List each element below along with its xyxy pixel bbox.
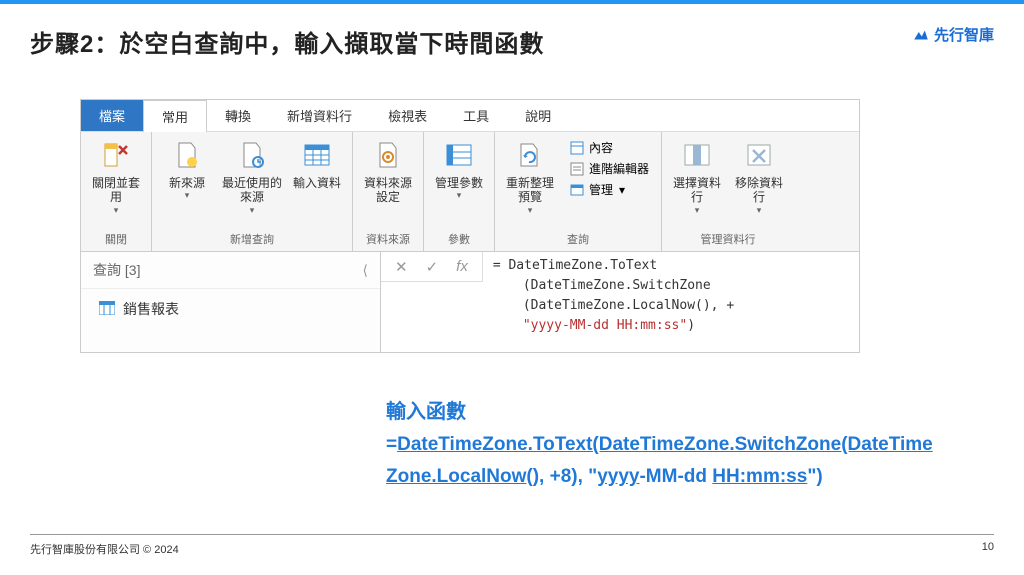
properties-icon <box>569 140 585 156</box>
page-title: 步驟2：於空白查詢中，輸入擷取當下時間函數 <box>30 24 544 59</box>
group-query-label: 查詢 <box>567 229 589 249</box>
query-item[interactable]: 銷售報表 <box>81 289 380 329</box>
enter-data-icon <box>300 138 334 172</box>
logo-icon <box>912 26 930 44</box>
cancel-formula-icon[interactable]: ✕ <box>395 258 408 276</box>
data-source-settings-button[interactable]: 資料來源設定 <box>359 136 417 229</box>
ribbon-tabs: 檔案 常用 轉換 新增資料行 檢視表 工具 說明 <box>81 100 859 132</box>
select-columns-icon <box>680 138 714 172</box>
group-params: 管理參數 ▾ 參數 <box>424 132 495 251</box>
tab-file[interactable]: 檔案 <box>81 100 143 131</box>
brand-logo: 先行智庫 <box>912 24 994 45</box>
annotation-text: 輸入函數 =DateTimeZone.ToText(DateTimeZone.S… <box>386 395 976 494</box>
tab-transform[interactable]: 轉換 <box>207 100 269 131</box>
group-manage-cols: 選擇資料行 ▾ 移除資料行 ▾ 管理資料行 <box>662 132 794 251</box>
remove-columns-button[interactable]: 移除資料行 ▾ <box>730 136 788 229</box>
tab-view[interactable]: 檢視表 <box>370 100 445 131</box>
advanced-editor-item[interactable]: 進階編輯器 <box>567 159 651 178</box>
manage-icon <box>569 182 585 198</box>
manage-params-button[interactable]: 管理參數 ▾ <box>430 136 488 229</box>
commit-formula-icon[interactable]: ✓ <box>426 258 439 276</box>
close-apply-button[interactable]: 關閉並套用 ▾ <box>87 136 145 229</box>
tab-add-column[interactable]: 新增資料行 <box>269 100 370 131</box>
group-data-source: 資料來源設定 資料來源 <box>353 132 424 251</box>
page-number: 10 <box>982 541 994 557</box>
queries-pane: 查詢 [3] ⟨ 銷售報表 <box>81 252 381 352</box>
group-data-source-label: 資料來源 <box>366 229 410 249</box>
group-query: 重新整理預覽 ▾ 內容 進階編輯器 <box>495 132 662 251</box>
new-source-icon <box>170 138 204 172</box>
group-close: 關閉並套用 ▾ 關閉 <box>81 132 152 251</box>
refresh-icon <box>513 138 547 172</box>
group-new-query-label: 新增查詢 <box>230 229 274 249</box>
ribbon-body: 關閉並套用 ▾ 關閉 新來源 ▾ <box>81 132 859 252</box>
group-new-query: 新來源 ▾ 最近使用的來源 ▾ 輸入資料 <box>152 132 353 251</box>
queries-header[interactable]: 查詢 [3] ⟨ <box>81 252 380 289</box>
collapse-chevron-icon[interactable]: ⟨ <box>363 262 368 279</box>
new-source-button[interactable]: 新來源 ▾ <box>158 136 216 229</box>
properties-item[interactable]: 內容 <box>567 138 651 157</box>
formula-input[interactable]: = DateTimeZone.ToText (DateTimeZone.Swit… <box>483 252 859 341</box>
recent-sources-icon <box>235 138 269 172</box>
tab-help[interactable]: 說明 <box>507 100 569 131</box>
recent-sources-button[interactable]: 最近使用的來源 ▾ <box>220 136 284 229</box>
remove-columns-icon <box>742 138 776 172</box>
gear-file-icon <box>371 138 405 172</box>
advanced-editor-icon <box>569 161 585 177</box>
tab-tools[interactable]: 工具 <box>445 100 507 131</box>
fx-icon[interactable]: fx <box>456 258 468 275</box>
footer-copyright: 先行智庫股份有限公司 © 2024 <box>30 541 179 557</box>
params-icon <box>442 138 476 172</box>
manage-item[interactable]: 管理 ▾ <box>567 180 651 199</box>
group-close-label: 關閉 <box>105 229 127 249</box>
select-columns-button[interactable]: 選擇資料行 ▾ <box>668 136 726 229</box>
tab-home[interactable]: 常用 <box>143 100 207 132</box>
refresh-preview-button[interactable]: 重新整理預覽 ▾ <box>501 136 559 229</box>
power-query-window: 檔案 常用 轉換 新增資料行 檢視表 工具 說明 關閉並套用 ▾ <box>80 99 860 353</box>
table-icon <box>99 301 115 317</box>
group-params-label: 參數 <box>448 229 470 249</box>
close-apply-icon <box>99 138 133 172</box>
formula-bar: ✕ ✓ fx = DateTimeZone.ToText (DateTimeZo… <box>381 252 859 352</box>
enter-data-button[interactable]: 輸入資料 <box>288 136 346 229</box>
group-manage-cols-label: 管理資料行 <box>701 229 756 249</box>
